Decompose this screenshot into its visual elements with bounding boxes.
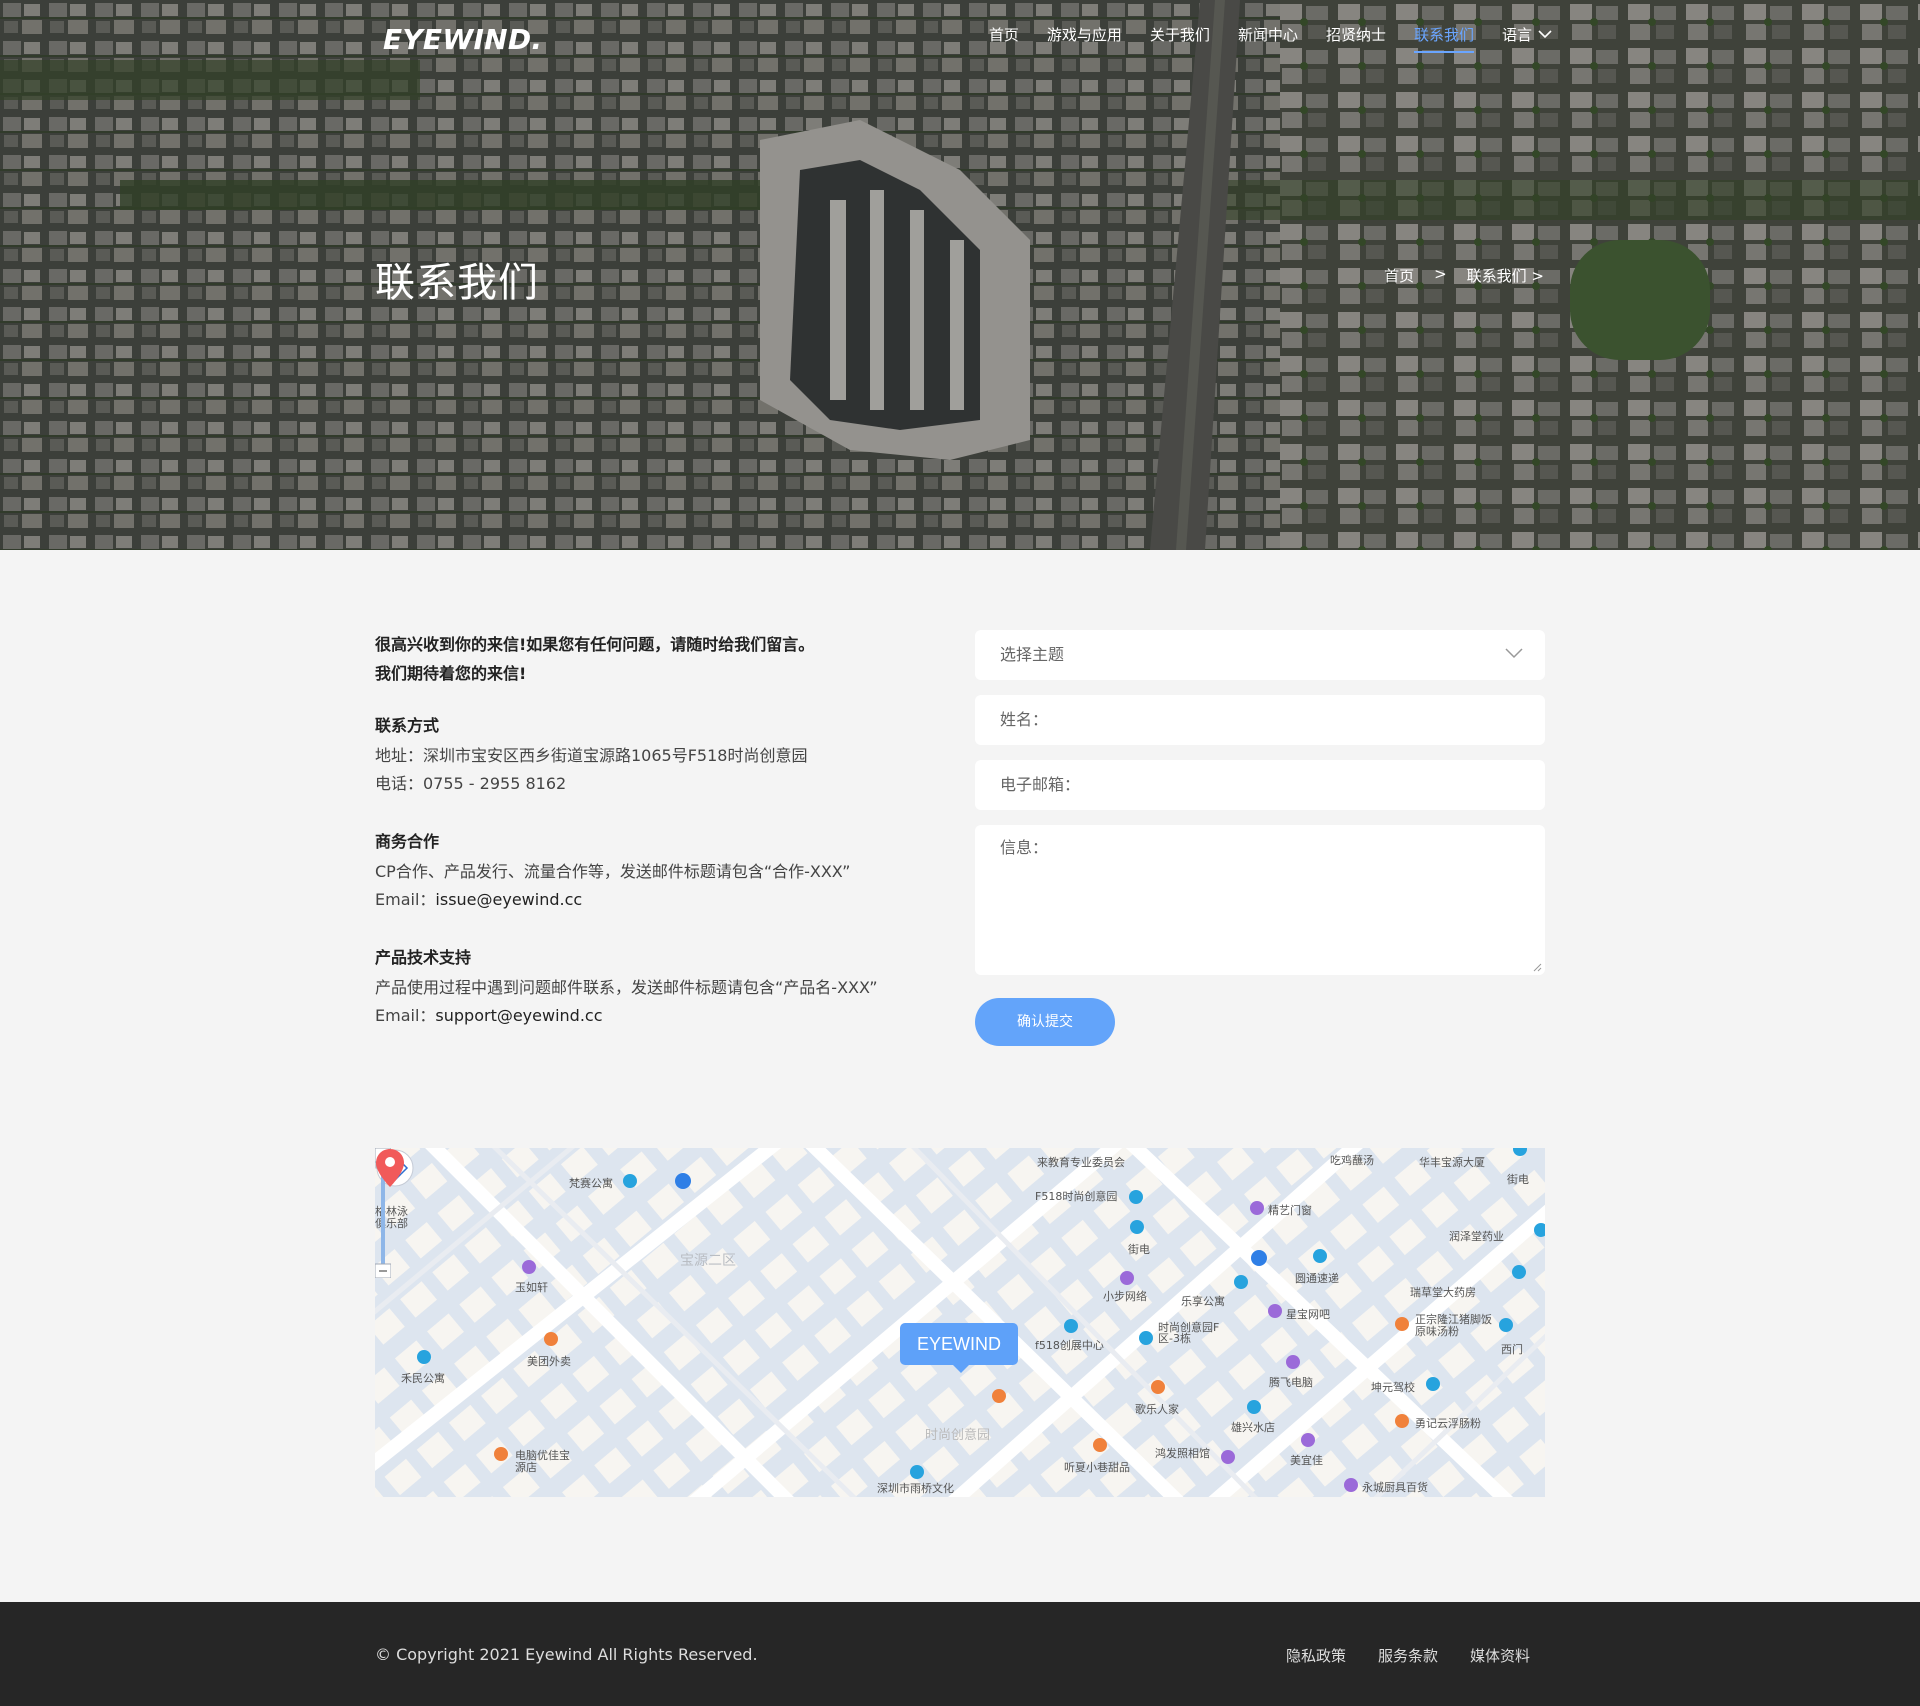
footer-links: 隐私政策 服务条款 媒体资料 <box>1254 1645 1530 1666</box>
support-email-line: Email：support@eyewind.cc <box>375 1002 935 1030</box>
email-field[interactable]: 电子邮箱： <box>975 760 1545 810</box>
breadcrumb-separator: > <box>1434 265 1447 283</box>
phone-text: 电话：0755 - 2955 8162 <box>375 774 567 793</box>
map-poi-label[interactable]: 乐享公寓 <box>1181 1293 1225 1309</box>
footer-link-privacy[interactable]: 隐私政策 <box>1286 1645 1346 1666</box>
nav-language[interactable]: 语言 <box>1502 24 1552 58</box>
map-poi-label[interactable]: 禾民公寓 <box>401 1370 445 1386</box>
business-section: 商务合作 CP合作、产品发行、流量合作等，发送邮件标题请包含“合作-XXX” E… <box>375 828 935 914</box>
support-email[interactable]: support@eyewind.cc <box>435 1006 602 1025</box>
map-poi-label[interactable]: 瑞草堂大药房 <box>1410 1284 1476 1300</box>
breadcrumb-current[interactable]: 联系我们 > <box>1467 265 1544 286</box>
business-email-line: Email：issue@eyewind.cc <box>375 886 935 914</box>
site-footer: © Copyright 2021 Eyewind All Rights Rese… <box>0 1602 1920 1706</box>
main-nav: 首页 游戏与应用 关于我们 新闻中心 招贤纳士 联系我们 语言 <box>961 24 1552 58</box>
map-poi-label[interactable]: 小步网络 <box>1103 1288 1147 1304</box>
contact-intro: 很高兴收到你的来信!如果您有任何问题，请随时给我们留言。 我们期待着您的来信! <box>375 630 895 688</box>
email-label: Email： <box>375 890 436 909</box>
breadcrumb: 首页 > 联系我们 > <box>1370 265 1544 286</box>
contact-method-section: 联系方式 地址：深圳市宝安区西乡街道宝源路1065号F518时尚创意园 电话：0… <box>375 712 935 798</box>
message-textarea[interactable]: 信息： <box>975 825 1545 975</box>
map-poi-label[interactable]: 雄兴水店 <box>1231 1419 1275 1435</box>
nav-games-apps[interactable]: 游戏与应用 <box>1047 24 1122 58</box>
map-poi-label[interactable]: 听夏小巷甜品 <box>1064 1459 1130 1475</box>
name-placeholder: 姓名： <box>1000 710 1049 729</box>
map-area-label: 时尚创意园 <box>925 1428 991 1443</box>
map-poi-label[interactable]: 永城厨具百货 <box>1362 1479 1428 1495</box>
map-poi-label[interactable]: 街电 <box>1128 1241 1150 1257</box>
map-poi-label[interactable]: 腾飞电脑 <box>1269 1374 1313 1390</box>
map-poi-label[interactable]: 正宗隆江猪脚饭原味汤粉 <box>1415 1314 1495 1338</box>
nav-news[interactable]: 新闻中心 <box>1238 24 1298 58</box>
map-poi-label[interactable]: 街电 <box>1507 1171 1529 1187</box>
nav-language-label: 语言 <box>1501 26 1532 44</box>
map-poi-label[interactable]: 华丰宝源大厦 <box>1419 1154 1485 1170</box>
nav-about[interactable]: 关于我们 <box>1150 24 1210 58</box>
map-area-label: 宝源二区 <box>680 1253 736 1269</box>
map-poi-label[interactable]: f518创展中心 <box>1035 1337 1104 1353</box>
subject-select[interactable]: 选择主题 <box>975 630 1545 680</box>
page-title: 联系我们 <box>375 260 539 306</box>
support-section: 产品技术支持 产品使用过程中遇到问题邮件联系，发送邮件标题请包含“产品名-XXX… <box>375 944 935 1030</box>
chevron-down-icon <box>1538 30 1552 39</box>
support-desc: 产品使用过程中遇到问题邮件联系，发送邮件标题请包含“产品名-XXX” <box>375 978 878 997</box>
map-poi-label[interactable]: 电脑优佳宝源店 <box>515 1450 580 1474</box>
footer-link-media[interactable]: 媒体资料 <box>1470 1645 1530 1666</box>
map-poi-label[interactable]: 来教育专业委员会 <box>1037 1154 1125 1170</box>
map-poi-label[interactable]: 鸿发照相馆 <box>1155 1445 1210 1461</box>
section-title: 商务合作 <box>375 832 440 851</box>
email-label: Email： <box>375 1006 436 1025</box>
map-poi-label[interactable]: 梵赛公寓 <box>569 1175 613 1191</box>
map-poi-label[interactable]: 精艺门窗 <box>1268 1202 1312 1218</box>
name-field[interactable]: 姓名： <box>975 695 1545 745</box>
map-poi-label[interactable]: 美团外卖 <box>527 1353 571 1369</box>
map-poi-label[interactable]: 圆通速递 <box>1295 1270 1339 1286</box>
map-poi-label[interactable]: 坤元驾校 <box>1371 1379 1415 1395</box>
eyewind-logo[interactable]: EYEWIND. <box>381 22 551 56</box>
message-placeholder: 信息： <box>1000 838 1049 857</box>
map-poi-label[interactable]: 美宜佳 <box>1290 1452 1323 1468</box>
intro-line-1: 很高兴收到你的来信!如果您有任何问题，请随时给我们留言。 <box>375 635 815 654</box>
map-poi-label[interactable]: 玉如轩 <box>515 1279 548 1295</box>
resize-grip-icon[interactable] <box>1533 963 1542 972</box>
map-poi-label[interactable]: F518时尚创意园 <box>1035 1188 1117 1204</box>
section-title: 联系方式 <box>375 716 440 735</box>
hero-banner: EYEWIND. 首页 游戏与应用 关于我们 新闻中心 招贤纳士 联系我们 语言… <box>0 0 1920 550</box>
subject-placeholder: 选择主题 <box>1000 645 1065 664</box>
intro-line-2: 我们期待着您的来信! <box>375 664 527 683</box>
chevron-down-icon <box>1505 648 1523 659</box>
map-poi-label[interactable]: 吃鸡蘸汤 <box>1330 1152 1374 1168</box>
location-map[interactable]: 宝源二区 来教育专业委员会 F518时尚创意园 小步网络 乐享公寓 精艺门窗 圆… <box>375 1148 1545 1497</box>
address-text: 地址：深圳市宝安区西乡街道宝源路1065号F518时尚创意园 <box>375 746 808 765</box>
email-placeholder: 电子邮箱： <box>1000 775 1081 794</box>
map-poi-label[interactable]: 歌乐人家 <box>1135 1401 1179 1417</box>
map-poi-label[interactable]: 西门 <box>1501 1341 1523 1357</box>
nav-home[interactable]: 首页 <box>989 24 1019 58</box>
map-poi-label[interactable]: 勇记云浮肠粉 <box>1415 1415 1481 1431</box>
map-poi-label[interactable]: 润泽堂药业 <box>1449 1228 1504 1244</box>
map-poi-label[interactable]: 星宝网吧 <box>1286 1306 1330 1322</box>
map-marker-label[interactable]: EYEWIND <box>900 1323 1018 1373</box>
copyright-text: © Copyright 2021 Eyewind All Rights Rese… <box>375 1645 758 1664</box>
nav-careers[interactable]: 招贤纳士 <box>1326 24 1386 58</box>
business-email[interactable]: issue@eyewind.cc <box>435 890 582 909</box>
map-poi-label[interactable]: 深圳市雨桥文化 <box>877 1480 954 1496</box>
breadcrumb-home[interactable]: 首页 <box>1384 265 1414 286</box>
section-title: 产品技术支持 <box>375 948 472 967</box>
nav-contact[interactable]: 联系我们 <box>1413 24 1474 58</box>
svg-text:EYEWIND.: EYEWIND. <box>383 23 543 56</box>
submit-button[interactable]: 确认提交 <box>975 998 1115 1046</box>
location-pin-icon[interactable] <box>375 1148 405 1188</box>
footer-link-terms[interactable]: 服务条款 <box>1378 1645 1438 1666</box>
map-poi-label[interactable]: 时尚创意园F区-3栋 <box>1158 1322 1228 1344</box>
business-desc: CP合作、产品发行、流量合作等，发送邮件标题请包含“合作-XXX” <box>375 862 851 881</box>
